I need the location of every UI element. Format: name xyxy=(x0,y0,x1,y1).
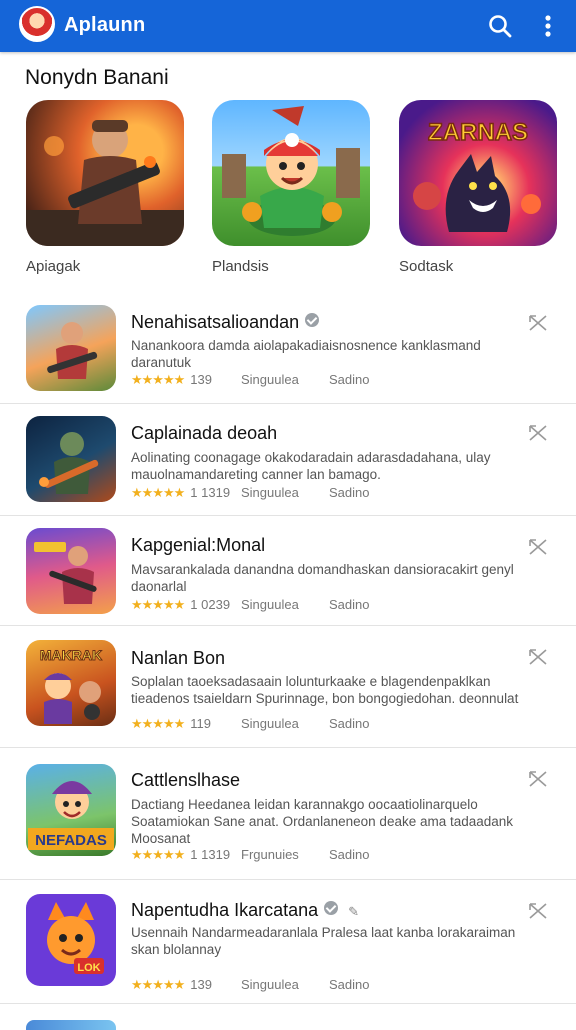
featured-thumbnail[interactable] xyxy=(212,100,370,246)
app-description: Usennaih Nandarmeadaranlala Pralesa laat… xyxy=(131,925,516,957)
app-size: Sadino xyxy=(329,485,370,500)
list-item[interactable]: Nenahisatsalioandan Nanankoora damda aio… xyxy=(0,292,576,404)
featured-card[interactable]: Apiagak xyxy=(26,100,186,275)
app-category: Singuulea xyxy=(241,597,299,612)
app-name[interactable]: Nanlan Bon xyxy=(131,648,225,669)
dismiss-icon[interactable] xyxy=(528,648,548,666)
app-name[interactable]: Kapgenial:Monal xyxy=(131,535,265,556)
app-meta: ★★★★★ 1 1319 Singuulea Sadino xyxy=(131,485,369,501)
list-item-partial[interactable] xyxy=(0,1014,576,1030)
app-bar: Aplaunn xyxy=(0,0,576,52)
app-icon[interactable] xyxy=(26,528,116,614)
app-category: Singuulea xyxy=(241,716,299,731)
rating-count: 139 xyxy=(190,977,212,992)
app-description: Aolinating coonagage okakodaradain adara… xyxy=(131,450,491,482)
app-icon-art: LOK xyxy=(47,902,104,974)
dismiss-icon[interactable] xyxy=(528,314,548,332)
app-icon-art: MAKRAK xyxy=(39,647,103,724)
app-meta: ★★★★★ 139 Singuulea Sadino xyxy=(131,372,369,388)
rating-stars: ★★★★★ xyxy=(131,977,185,992)
app-title: Aplaunn xyxy=(64,14,146,36)
search-icon[interactable] xyxy=(487,13,513,39)
app-description: Dactiang Heedanea leidan karannakgo ooca… xyxy=(131,797,514,846)
app-category: Singuulea xyxy=(241,977,299,992)
rating-count: 1 0239 xyxy=(190,597,231,612)
app-name[interactable]: Napentudha Ikarcatana ✎ xyxy=(131,900,359,921)
rating-stars: ★★★★★ xyxy=(131,847,185,862)
dismiss-icon[interactable] xyxy=(528,770,548,788)
rating-count: 139 xyxy=(190,372,212,387)
app-size: Sadino xyxy=(329,716,370,731)
app-category: Singuulea xyxy=(241,372,299,387)
rating-stars: ★★★★★ xyxy=(131,485,185,500)
app-name-text: Napentudha Ikarcatana xyxy=(131,900,319,920)
app-description: Nanankoora damda aiolapakadiaisnosnence … xyxy=(131,338,481,370)
app-name[interactable]: Nenahisatsalioandan xyxy=(131,312,320,333)
app-icon[interactable]: NEFADAS xyxy=(26,764,116,856)
app-icon[interactable] xyxy=(26,416,116,502)
app-meta: ★★★★★ 119 Singuulea Sadino xyxy=(131,716,369,732)
featured-thumbnail[interactable]: ZARNAS xyxy=(399,100,557,246)
svg-text:ZARNAS: ZARNAS xyxy=(428,119,528,146)
list-item[interactable]: Kapgenial:Monal Mavsarankalada danandna … xyxy=(0,516,576,626)
more-vert-icon[interactable] xyxy=(535,13,561,39)
list-item[interactable]: MAKRAK Nanlan Bon Soplalan taoeksadasaai… xyxy=(0,626,576,748)
app-icon-art: NEFADAS xyxy=(28,781,114,850)
section-title: Nonydn Banani xyxy=(25,66,169,89)
featured-label: Sodtask xyxy=(399,258,454,275)
soldier-artwork xyxy=(26,120,184,246)
app-name[interactable]: Caplainada deoah xyxy=(131,423,277,444)
app-category: Singuulea xyxy=(241,485,299,500)
app-meta: ★★★★★ 1 1319 Frgunuies Sadino xyxy=(131,847,369,863)
beast-artwork: ZARNAS xyxy=(413,118,541,232)
app-meta: ★★★★★ 1 0239 Singuulea Sadino xyxy=(131,597,369,613)
app-icon-art xyxy=(34,542,97,604)
rating-count: 1 1319 xyxy=(190,847,231,862)
app-icon-art xyxy=(47,322,98,379)
app-icon[interactable]: MAKRAK xyxy=(26,640,116,726)
red-cap-hero-artwork xyxy=(222,106,360,236)
dismiss-icon[interactable] xyxy=(528,902,548,920)
svg-text:LOK: LOK xyxy=(77,962,100,974)
app-size: Sadino xyxy=(329,977,370,992)
app-description: Soplalan taoeksadasaain lolunturkaake e … xyxy=(131,674,519,706)
svg-text:MAKRAK: MAKRAK xyxy=(40,647,102,663)
app-icon[interactable] xyxy=(26,1020,116,1030)
dismiss-icon[interactable] xyxy=(528,538,548,556)
featured-card[interactable]: ZARNAS Sodtask xyxy=(399,100,559,275)
app-icon-art xyxy=(39,432,99,494)
verified-icon xyxy=(324,901,339,915)
featured-thumbnail[interactable] xyxy=(26,100,184,246)
app-icon[interactable]: LOK xyxy=(26,894,116,986)
rating-stars: ★★★★★ xyxy=(131,372,185,387)
rating-stars: ★★★★★ xyxy=(131,716,185,731)
app-category: Frgunuies xyxy=(241,847,299,862)
rating-count: 1 1319 xyxy=(190,485,231,500)
app-size: Sadino xyxy=(329,847,370,862)
featured-label: Plandsis xyxy=(212,258,269,275)
app-logo[interactable] xyxy=(19,6,55,42)
list-item[interactable]: NEFADAS Cattlenslhase Dactiang Heedanea … xyxy=(0,748,576,880)
app-name-text: Nenahisatsalioandan xyxy=(131,312,300,332)
list-item[interactable]: LOK Napentudha Ikarcatana ✎ Usennaih Nand… xyxy=(0,880,576,1004)
rating-count: 119 xyxy=(190,716,212,731)
verified-icon xyxy=(305,313,320,327)
rating-stars: ★★★★★ xyxy=(131,597,185,612)
app-size: Sadino xyxy=(329,372,370,387)
list-item[interactable]: Caplainada deoah Aolinating coonagage ok… xyxy=(0,404,576,516)
app-description: Mavsarankalada danandna domandhaskan dan… xyxy=(131,562,514,594)
app-name[interactable]: Cattlenslhase xyxy=(131,770,240,791)
edit-badge-icon: ✎ xyxy=(348,904,360,919)
app-size: Sadino xyxy=(329,597,370,612)
featured-label: Apiagak xyxy=(26,258,81,275)
svg-text:NEFADAS: NEFADAS xyxy=(35,832,107,849)
featured-card[interactable]: Plandsis xyxy=(212,100,372,275)
app-icon[interactable] xyxy=(26,305,116,391)
dismiss-icon[interactable] xyxy=(528,424,548,442)
app-meta: ★★★★★ 139 Singuulea Sadino xyxy=(131,977,369,993)
